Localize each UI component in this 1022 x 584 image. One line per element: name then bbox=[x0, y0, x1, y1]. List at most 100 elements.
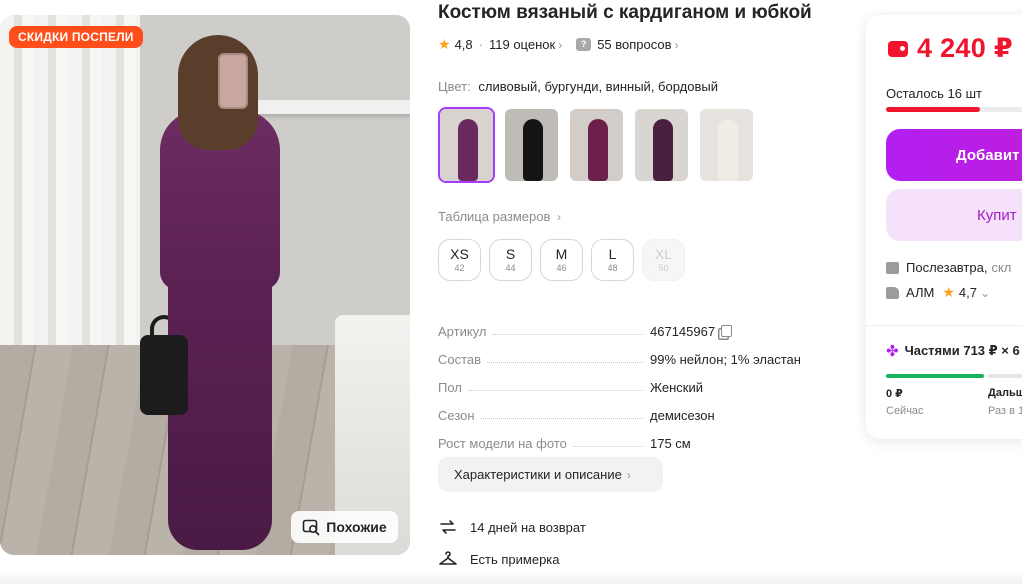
size-option[interactable]: L 48 bbox=[591, 239, 634, 281]
installments-now-amount: 0 ₽ bbox=[886, 388, 903, 400]
characteristics-button[interactable]: Характеристики и описание › bbox=[438, 457, 663, 492]
installments-now-label: Сейчас bbox=[886, 405, 924, 417]
specs-list: Артикул 467145967 Состав 99% нейлон; 1% эла… bbox=[438, 311, 828, 451]
card-divider bbox=[866, 325, 1022, 326]
spec-leader bbox=[572, 446, 644, 447]
photo-phone bbox=[218, 53, 248, 109]
product-title: Костюм вязаный с кардиганом и юбкой bbox=[438, 2, 812, 23]
size-name: M bbox=[555, 246, 568, 262]
questions-link[interactable]: 55 вопросов bbox=[597, 37, 671, 52]
installments-bar-now bbox=[886, 374, 984, 378]
spec-leader bbox=[480, 418, 644, 419]
spec-value-text: демисезон bbox=[650, 408, 715, 423]
color-thumbnail[interactable] bbox=[633, 107, 690, 183]
color-value: сливовый, бургунди, винный, бордовый bbox=[478, 79, 718, 94]
size-number: 46 bbox=[556, 263, 567, 273]
page-bottom-edge bbox=[0, 570, 1022, 584]
spec-key: Пол bbox=[438, 380, 462, 395]
spec-leader bbox=[467, 390, 644, 391]
thumbnail-figure bbox=[523, 119, 543, 181]
chevron-right-icon: › bbox=[558, 37, 563, 52]
size-selector: XS 42 S 44 M 46 L 48 XL 50 bbox=[438, 239, 685, 281]
chevron-right-icon: › bbox=[626, 467, 631, 482]
star-icon: ★ bbox=[438, 36, 451, 52]
characteristics-label: Характеристики и описание bbox=[454, 467, 622, 482]
delivery-date: Послезавтра, bbox=[906, 260, 988, 275]
fitting-feature: Есть примерка bbox=[438, 549, 560, 569]
spec-key: Рост модели на фото bbox=[438, 436, 567, 451]
spec-row: Сезон демисезон bbox=[438, 395, 828, 423]
size-number: 48 bbox=[607, 263, 618, 273]
color-thumbnail[interactable] bbox=[438, 107, 495, 183]
thumbnail-figure bbox=[653, 119, 673, 181]
price: 4 240 ₽ bbox=[917, 33, 1013, 63]
return-arrows-icon bbox=[440, 520, 456, 534]
photo-bag bbox=[140, 335, 188, 415]
installments-next-amount: Дальш bbox=[988, 387, 1022, 399]
size-option[interactable]: M 46 bbox=[540, 239, 583, 281]
add-to-cart-button[interactable]: Добавит bbox=[886, 129, 1022, 181]
installments-text: Частями 713 ₽ × 6 bbox=[904, 343, 1020, 358]
color-row: Цвет: сливовый, бургунди, винный, бордов… bbox=[438, 79, 718, 94]
seller-row[interactable]: АЛМ ★ 4,7 ⌄ bbox=[886, 284, 990, 301]
spec-key: Артикул bbox=[438, 324, 487, 339]
sale-badge: СКИДКИ ПОСПЕЛИ bbox=[9, 26, 143, 48]
spec-key: Состав bbox=[438, 352, 482, 367]
hanger-icon bbox=[439, 551, 457, 565]
size-name: XS bbox=[450, 246, 469, 262]
chevron-right-icon: › bbox=[557, 210, 562, 224]
spec-value: 175 см bbox=[650, 436, 691, 451]
similar-label: Похожие bbox=[326, 519, 387, 535]
return-feature: 14 дней на возврат bbox=[438, 517, 586, 537]
color-thumbnail[interactable] bbox=[503, 107, 560, 183]
size-name: S bbox=[505, 246, 516, 262]
spec-value: демисезон bbox=[650, 408, 715, 423]
color-thumbnails bbox=[438, 107, 755, 183]
rating-row: ★ 4,8 · 119 оценок › ? 55 вопросов › bbox=[438, 36, 679, 53]
installments-next-label: Раз в 1 bbox=[988, 405, 1022, 417]
spec-leader bbox=[492, 334, 645, 335]
size-option[interactable]: S 44 bbox=[489, 239, 532, 281]
product-photo[interactable]: СКИДКИ ПОСПЕЛИ Похожие bbox=[0, 15, 410, 555]
spec-row: Рост модели на фото 175 см bbox=[438, 423, 828, 451]
spec-row: Артикул 467145967 bbox=[438, 311, 828, 339]
stock-left: Осталось 16 шт bbox=[886, 86, 982, 101]
stock-bar-fill bbox=[886, 107, 980, 112]
spec-leader bbox=[487, 362, 645, 363]
installments-row[interactable]: ✤ Частями 713 ₽ × 6 bbox=[886, 342, 1020, 360]
price-row: 4 240 ₽ bbox=[888, 33, 1013, 64]
box-icon bbox=[886, 261, 899, 274]
star-icon: ★ bbox=[942, 284, 955, 300]
similar-button[interactable]: Похожие bbox=[291, 511, 398, 543]
fitting-text: Есть примерка bbox=[470, 551, 560, 567]
spec-value-text: 99% нейлон; 1% эластан bbox=[650, 352, 801, 367]
delivery-warehouse: скл bbox=[991, 260, 1012, 275]
wallet-icon bbox=[888, 40, 908, 57]
spec-row: Состав 99% нейлон; 1% эластан bbox=[438, 339, 828, 367]
size-number: 44 bbox=[505, 263, 516, 273]
buy-now-button[interactable]: Купит bbox=[886, 189, 1022, 241]
stock-bar bbox=[886, 107, 1022, 112]
color-thumbnail[interactable] bbox=[698, 107, 755, 183]
rating-value: 4,8 bbox=[454, 37, 473, 52]
question-icon: ? bbox=[576, 38, 592, 51]
spec-value: 467145967 bbox=[650, 324, 733, 339]
copy-icon[interactable] bbox=[721, 325, 733, 337]
thumbnail-figure bbox=[588, 119, 608, 181]
search-similar-icon bbox=[302, 519, 320, 536]
delivery-row: Послезавтра, скл bbox=[886, 260, 1011, 275]
size-table-label: Таблица размеров bbox=[438, 209, 551, 224]
seller-name: АЛМ bbox=[906, 285, 935, 300]
reviews-link[interactable]: 119 оценок bbox=[489, 37, 555, 52]
installments-icon: ✤ bbox=[886, 343, 899, 360]
return-text: 14 дней на возврат bbox=[470, 519, 586, 535]
spec-value-text: Женский bbox=[650, 380, 703, 395]
color-thumbnail[interactable] bbox=[568, 107, 625, 183]
size-table-link[interactable]: Таблица размеров › bbox=[438, 209, 561, 224]
thumbnail-figure bbox=[718, 119, 738, 181]
size-option[interactable]: XS 42 bbox=[438, 239, 481, 281]
size-option: XL 50 bbox=[642, 239, 685, 281]
chevron-down-icon: ⌄ bbox=[979, 285, 991, 300]
spec-value-text: 467145967 bbox=[650, 324, 716, 339]
thumbnail-figure bbox=[458, 119, 478, 181]
